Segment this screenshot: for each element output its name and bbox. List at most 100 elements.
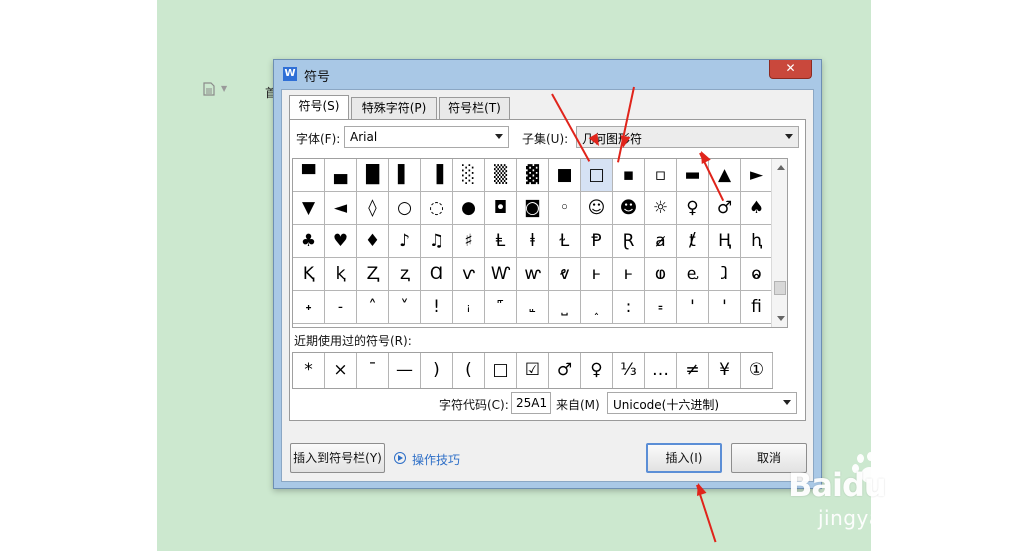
symbol-cell[interactable]: ⱴ [549, 258, 581, 291]
symbol-cell[interactable]: Ⱨ [709, 225, 741, 258]
symbol-grid-scrollbar[interactable] [771, 159, 787, 327]
recent-symbol-cell[interactable]: ≠ [677, 353, 709, 388]
symbol-cell[interactable]: ⱦ [677, 225, 709, 258]
symbol-cell[interactable]: ⱶ [581, 258, 613, 291]
symbol-cell[interactable]: ˗ [325, 291, 357, 324]
symbol-cell[interactable]: ░ [453, 159, 485, 192]
symbol-cell[interactable]: ♯ [453, 225, 485, 258]
symbol-cell[interactable]: ꞌ [709, 291, 741, 324]
tab-symbols[interactable]: 符号(S) [289, 95, 349, 119]
recent-symbol-cell[interactable]: … [645, 353, 677, 388]
symbol-cell[interactable]: ▼ [293, 192, 325, 225]
font-select[interactable]: Arial [344, 126, 509, 148]
symbol-cell[interactable]: ▀ [293, 159, 325, 192]
symbol-cell[interactable]: Ɽ [613, 225, 645, 258]
subset-select[interactable]: 几何图形符 [576, 126, 799, 148]
symbol-cell[interactable]: ⱬ [389, 258, 421, 291]
symbol-cell[interactable]: ⱥ [645, 225, 677, 258]
symbol-cell[interactable]: ▲ [709, 159, 741, 192]
symbol-cell[interactable]: ▒ [485, 159, 517, 192]
symbol-cell[interactable]: ◘ [485, 192, 517, 225]
symbol-cell[interactable]: Ⱳ [485, 258, 517, 291]
symbol-cell[interactable]: Ⱬ [357, 258, 389, 291]
play-circle-icon[interactable] [394, 452, 406, 464]
encoding-select[interactable]: Unicode(十六进制) [607, 392, 797, 414]
symbol-cell[interactable]: ⱪ [325, 258, 357, 291]
symbol-cell[interactable]: ☼ [645, 192, 677, 225]
recent-symbol-cell[interactable]: ① [741, 353, 773, 388]
recent-symbol-cell[interactable]: ♀ [581, 353, 613, 388]
symbol-cell[interactable]: ˄ [357, 291, 389, 324]
recent-symbol-cell[interactable]: ¥ [709, 353, 741, 388]
symbol-cell[interactable]: ☺ [581, 192, 613, 225]
symbol-cell[interactable]: Ɫ [549, 225, 581, 258]
symbol-cell[interactable]: ● [453, 192, 485, 225]
symbol-cell[interactable]: ⱡ [517, 225, 549, 258]
scroll-down-icon[interactable] [777, 316, 785, 321]
symbol-cell[interactable]: ♀ [677, 192, 709, 225]
symbol-cell[interactable]: ꜟ [453, 291, 485, 324]
symbol-cell[interactable]: ♂ [709, 192, 741, 225]
symbol-cell[interactable]: ⱶ [613, 258, 645, 291]
symbol-cell[interactable]: ▄ [325, 159, 357, 192]
symbol-cell[interactable]: ▪ [613, 159, 645, 192]
symbol-cell[interactable]: Ⱪ [293, 258, 325, 291]
insert-button[interactable]: 插入(I) [646, 443, 722, 473]
symbol-cell[interactable]: ꜡ [517, 291, 549, 324]
recent-symbol-cell[interactable]: ( [453, 353, 485, 388]
symbol-cell[interactable]: ▐ [421, 159, 453, 192]
symbol-cell[interactable]: ⱨ [741, 225, 773, 258]
recent-symbol-cell[interactable]: × [325, 353, 357, 388]
scroll-thumb[interactable] [774, 281, 786, 295]
symbol-cell[interactable]: ꞊ [645, 291, 677, 324]
close-button[interactable]: ✕ [769, 60, 812, 79]
tab-symbol-bar[interactable]: 符号栏(T) [439, 97, 510, 119]
symbol-cell[interactable]: ꞉ [613, 291, 645, 324]
recent-symbol-cell[interactable]: □ [485, 353, 517, 388]
tips-link[interactable]: 操作技巧 [412, 451, 460, 468]
symbol-cell[interactable]: ♪ [389, 225, 421, 258]
symbol-cell[interactable]: ◄ [325, 192, 357, 225]
symbol-cell[interactable]: ◊ [357, 192, 389, 225]
symbol-cell[interactable]: ♣ [293, 225, 325, 258]
symbol-cell[interactable]: ♫ [421, 225, 453, 258]
symbol-cell[interactable]: ﬁ [741, 291, 773, 324]
scroll-up-icon[interactable] [777, 165, 785, 170]
symbol-cell[interactable]: ⱺ [741, 258, 773, 291]
symbol-cell[interactable]: ˅ [389, 291, 421, 324]
symbol-cell[interactable]: ♠ [741, 192, 773, 225]
symbol-cell[interactable]: □ [581, 159, 613, 192]
symbol-cell[interactable]: ⱸ [677, 258, 709, 291]
symbol-cell[interactable]: ◌ [421, 192, 453, 225]
symbol-cell[interactable]: ▓ [517, 159, 549, 192]
symbol-cell[interactable]: ˽ [549, 291, 581, 324]
symbol-cell[interactable]: ⱷ [645, 258, 677, 291]
recent-symbol-cell[interactable]: ) [421, 353, 453, 388]
symbol-cell[interactable]: ⱱ [453, 258, 485, 291]
chevron-down-icon[interactable]: ▼ [221, 84, 227, 93]
symbol-cell[interactable]: █ [357, 159, 389, 192]
symbol-cell[interactable]: ☻ [613, 192, 645, 225]
recent-symbol-cell[interactable]: ☑ [517, 353, 549, 388]
symbol-cell[interactable]: ǃ [421, 291, 453, 324]
symbol-cell[interactable]: ▫ [645, 159, 677, 192]
char-code-input[interactable]: 25A1 [511, 392, 551, 414]
symbol-cell[interactable]: ▌ [389, 159, 421, 192]
symbol-cell[interactable]: ♦ [357, 225, 389, 258]
symbol-cell[interactable]: ♥ [325, 225, 357, 258]
symbol-cell[interactable]: ꞌ [677, 291, 709, 324]
symbol-cell[interactable]: ■ [549, 159, 581, 192]
symbol-cell[interactable]: Ᵽ [581, 225, 613, 258]
recent-symbol-cell[interactable]: — [389, 353, 421, 388]
symbol-cell[interactable]: ◦ [549, 192, 581, 225]
symbol-cell[interactable]: ˰ [581, 291, 613, 324]
recent-symbol-cell[interactable]: ♂ [549, 353, 581, 388]
symbol-cell[interactable]: ⱳ [517, 258, 549, 291]
recent-symbol-cell[interactable]: ¯ [357, 353, 389, 388]
recent-symbols-grid[interactable]: * × ¯ —)(□ ☑ ♂ ♀ ⅓… ≠ ¥ ① [292, 352, 773, 389]
symbol-cell[interactable]: ꜠ [485, 291, 517, 324]
recent-symbol-cell[interactable]: * [293, 353, 325, 388]
symbol-cell[interactable]: Ɑ [421, 258, 453, 291]
tab-special-chars[interactable]: 特殊字符(P) [351, 97, 437, 119]
dialog-titlebar[interactable]: W 符号 ✕ [274, 60, 821, 88]
